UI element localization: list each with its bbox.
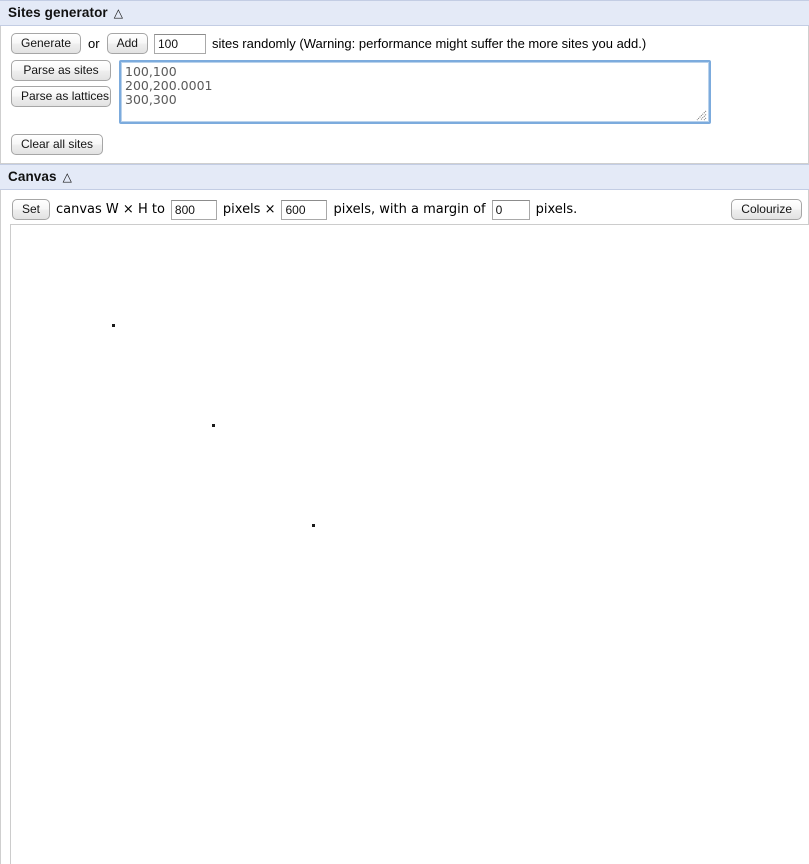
- parse-row: Parse as sites Parse as lattices 100,100…: [7, 58, 802, 124]
- randomly-warning-text: sites randomly (Warning: performance mig…: [211, 36, 647, 51]
- generate-button[interactable]: Generate: [11, 33, 82, 54]
- voronoi-canvas[interactable]: [10, 224, 809, 864]
- sites-textarea[interactable]: 100,100 200,200.0001 300,300: [119, 60, 711, 124]
- parse-buttons-group: Parse as sites Parse as lattices: [11, 60, 111, 107]
- site-dot: [212, 424, 215, 427]
- canvas-panel: Canvas △ Set canvas W × H to pixels × pi…: [0, 164, 809, 864]
- parse-as-lattices-button[interactable]: Parse as lattices: [11, 86, 111, 107]
- canvas-header[interactable]: Canvas △: [0, 164, 809, 190]
- sites-generator-title: Sites generator: [8, 5, 108, 20]
- clear-row: Clear all sites: [7, 124, 802, 155]
- add-button[interactable]: Add: [106, 33, 148, 54]
- site-count-input[interactable]: [153, 33, 206, 54]
- clear-all-sites-button[interactable]: Clear all sites: [11, 134, 104, 155]
- canvas-margin-input[interactable]: [491, 199, 530, 220]
- generate-row: Generate or Add sites randomly (Warning:…: [7, 32, 802, 58]
- colourize-button[interactable]: Colourize: [731, 199, 802, 220]
- canvas-size-controls: Set canvas W × H to pixels × pixels, wit…: [7, 196, 802, 224]
- margin-label: pixels, with a margin of: [333, 202, 486, 217]
- canvas-height-input[interactable]: [281, 199, 328, 220]
- canvas-body: Set canvas W × H to pixels × pixels, wit…: [0, 190, 809, 864]
- sites-generator-body: Generate or Add sites randomly (Warning:…: [0, 26, 809, 164]
- set-canvas-button[interactable]: Set: [12, 199, 51, 220]
- pixels-times-label: pixels ×: [222, 202, 276, 217]
- parse-as-sites-button[interactable]: Parse as sites: [11, 60, 111, 81]
- site-dot: [112, 324, 115, 327]
- pixels-end-label: pixels.: [535, 202, 578, 217]
- canvas-width-input[interactable]: [170, 199, 217, 220]
- site-dot: [312, 524, 315, 527]
- canvas-wh-label: canvas W × H to: [56, 202, 165, 217]
- sites-generator-header[interactable]: Sites generator △: [0, 0, 809, 26]
- triangle-up-icon[interactable]: △: [114, 7, 123, 19]
- sites-textarea-wrapper: 100,100 200,200.0001 300,300: [119, 60, 711, 124]
- sites-generator-panel: Sites generator △ Generate or Add sites …: [0, 0, 809, 164]
- triangle-up-icon[interactable]: △: [63, 171, 72, 183]
- or-label: or: [88, 36, 100, 51]
- canvas-title: Canvas: [8, 169, 57, 184]
